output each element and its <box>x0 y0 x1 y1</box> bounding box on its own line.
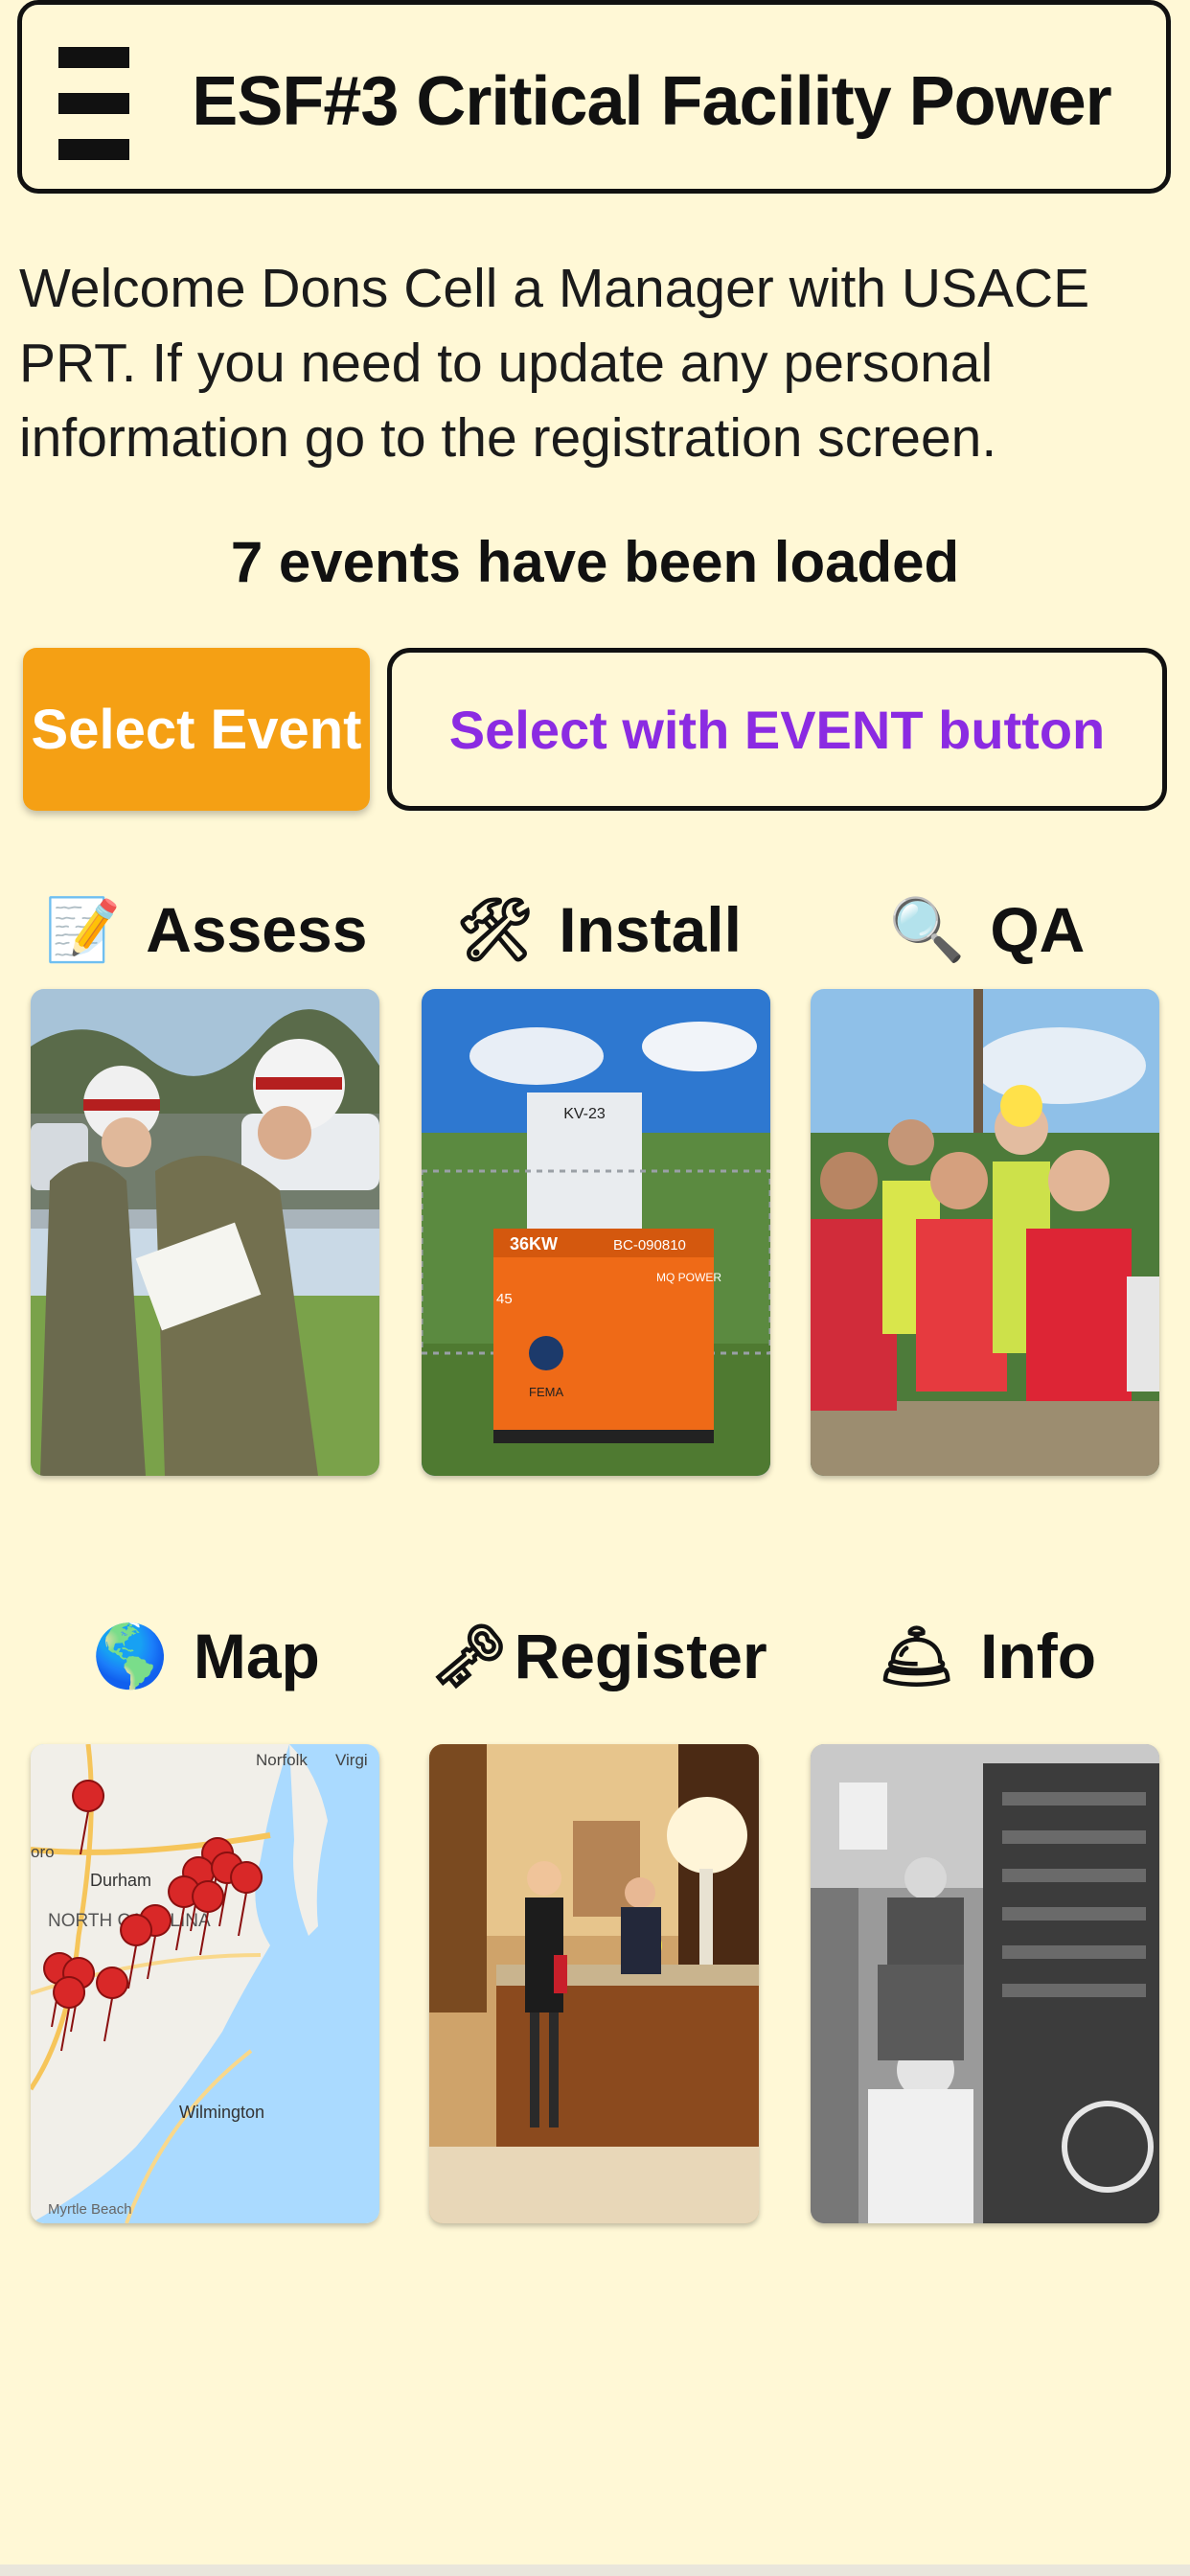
page-title: ESF#3 Critical Facility Power <box>192 63 1111 140</box>
install-label: Install <box>559 894 742 965</box>
svg-text:BC-090810: BC-090810 <box>613 1237 686 1254</box>
map-label: Map <box>193 1621 320 1691</box>
key-icon: 🗝 <box>430 1621 509 1690</box>
info-tile-image[interactable] <box>811 1744 1159 2223</box>
svg-text:KV-23: KV-23 <box>563 1106 606 1122</box>
svg-text:oro: oro <box>31 1843 55 1861</box>
svg-text:Durham: Durham <box>90 1871 151 1890</box>
events-loaded-status: 7 events have been loaded <box>230 530 960 594</box>
select-with-event-button[interactable]: Select with EVENT button <box>387 648 1167 811</box>
hamburger-menu-icon[interactable] <box>58 47 129 160</box>
assess-label: Assess <box>146 894 368 965</box>
info-label: Info <box>980 1621 1097 1691</box>
memo-icon: 📝 <box>44 894 122 964</box>
select-event-button[interactable]: Select Event <box>23 648 370 811</box>
map-tile-image[interactable]: Norfolk Virgi oro Durham NORTH CAROLINA … <box>31 1744 379 2223</box>
tile-label-assess: 📝 Assess <box>29 882 383 978</box>
tile-label-map: 🌎 Map <box>29 1608 383 1704</box>
tile-label-register: 🗝 Register <box>422 1608 776 1704</box>
magnifier-icon: 🔍 <box>888 894 966 964</box>
svg-text:FEMA: FEMA <box>529 1385 563 1399</box>
svg-text:36KW: 36KW <box>510 1234 558 1254</box>
app-header: ESF#3 Critical Facility Power <box>17 0 1171 194</box>
globe-icon: 🌎 <box>92 1621 169 1690</box>
qa-label: QA <box>990 894 1086 965</box>
register-tile-image[interactable] <box>429 1744 759 2223</box>
tile-label-qa: 🔍 QA <box>810 882 1164 978</box>
install-tile-image[interactable]: KV-23 36KW BC-090810 MQ POWER 45 FEMA <box>422 989 770 1476</box>
tile-label-install: 🛠 Install <box>422 882 776 978</box>
qa-tile-image[interactable] <box>811 989 1159 1476</box>
svg-text:Wilmington: Wilmington <box>179 2103 264 2122</box>
svg-text:Myrtle Beach: Myrtle Beach <box>48 2201 132 2218</box>
register-label: Register <box>514 1621 767 1691</box>
svg-text:Norfolk: Norfolk <box>256 1751 308 1769</box>
welcome-message: Welcome Dons Cell a Manager with USACE P… <box>19 258 1090 469</box>
svg-text:MQ POWER: MQ POWER <box>656 1271 721 1284</box>
svg-text:Virgi: Virgi <box>335 1751 368 1769</box>
tools-icon: 🛠 <box>456 894 535 964</box>
assess-tile-image[interactable] <box>31 989 379 1476</box>
bell-icon: 🛎 <box>877 1621 956 1690</box>
svg-text:45: 45 <box>496 1291 513 1307</box>
tile-label-info: 🛎 Info <box>810 1608 1164 1704</box>
bottom-divider <box>0 2564 1190 2576</box>
